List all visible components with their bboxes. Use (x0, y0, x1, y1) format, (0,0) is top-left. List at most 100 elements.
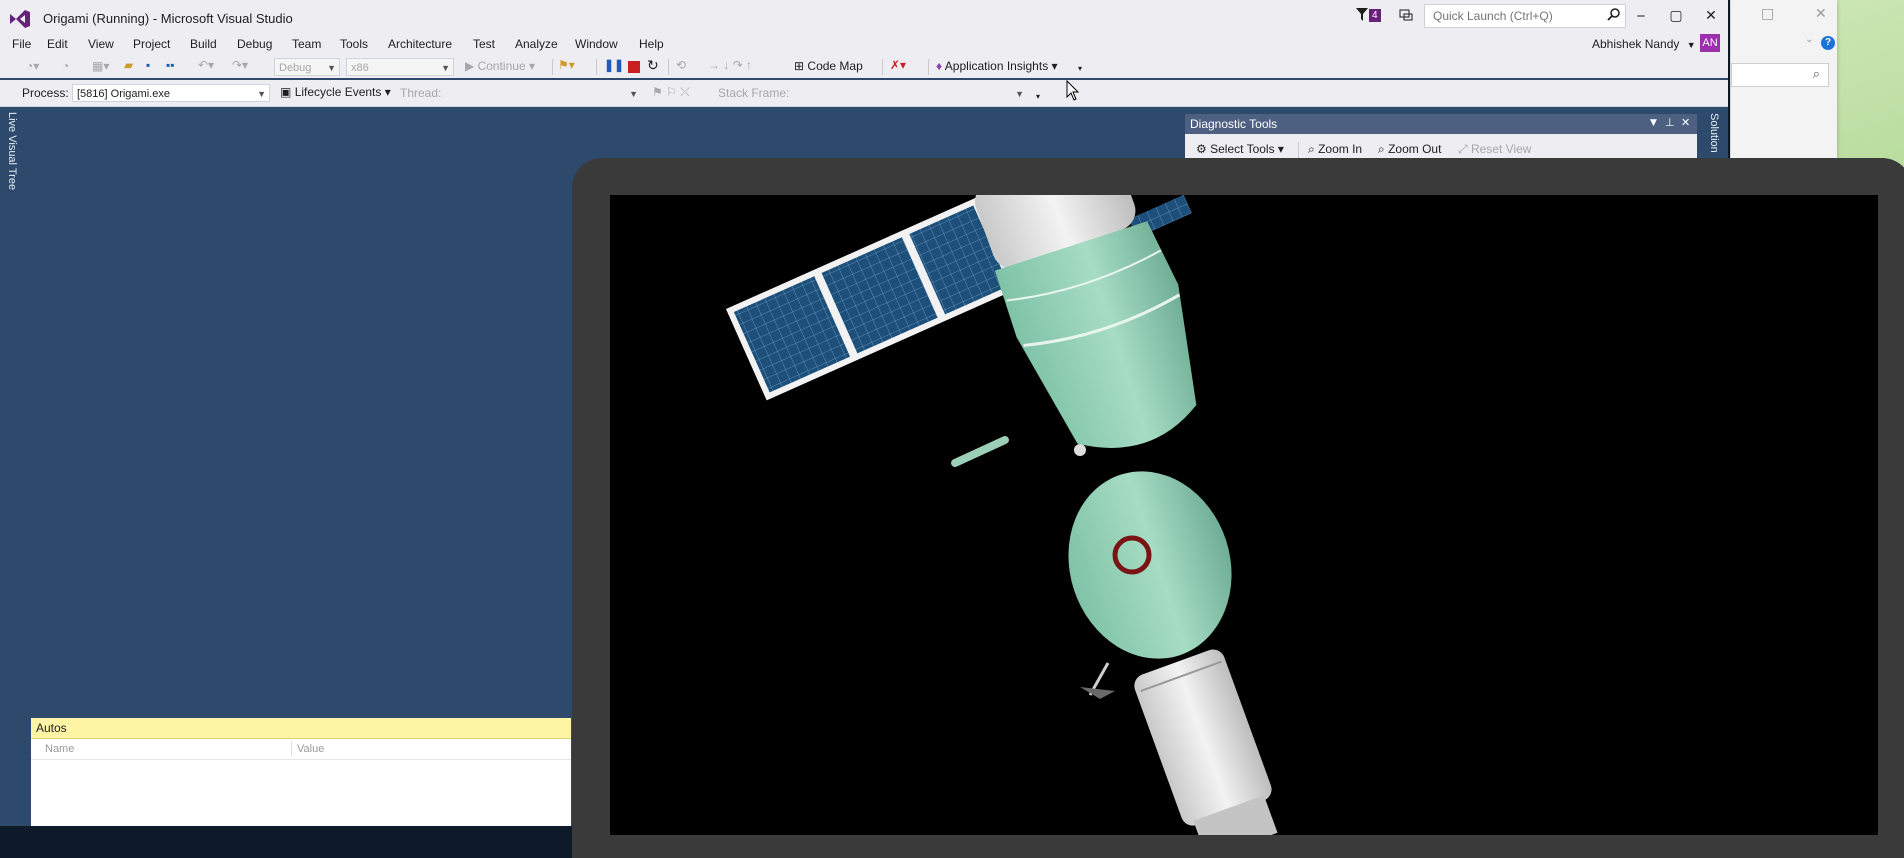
attach-icon[interactable]: ⚑▾ (558, 58, 575, 72)
zoom-out-label: Zoom Out (1388, 142, 1442, 156)
select-tools-button[interactable]: ⚙ Select Tools ▾ (1196, 142, 1284, 156)
play-icon: ▶ (465, 59, 475, 73)
lifecycle-icon: ▣ (280, 85, 292, 99)
search-icon[interactable] (1607, 7, 1621, 24)
undo-icon[interactable]: ↶▾ (198, 58, 214, 72)
save-icon[interactable]: ▪ (146, 58, 150, 72)
menu-help[interactable]: Help (639, 37, 664, 51)
menu-team[interactable]: Team (292, 37, 321, 51)
app-viewport[interactable] (610, 195, 1878, 835)
menu-tools[interactable]: Tools (340, 37, 368, 51)
toolbar-separator (596, 59, 597, 75)
continue-button[interactable]: ▶ Continue ▾ (465, 59, 535, 73)
account-name: Abhishek Nandy (1592, 37, 1680, 51)
autos-header: Autos (31, 718, 571, 739)
reset-view-icon: ⤢ (1458, 142, 1468, 156)
pause-icon[interactable]: ❚❚ (604, 58, 624, 72)
help-icon[interactable]: ? (1821, 36, 1835, 50)
standard-toolbar: ◔▾ ◔ ▦▾ ▰ ▪ ▪▪ ↶▾ ↷▾ Debug ▼ x86 ▼ ▶ Conti… (0, 56, 1728, 78)
new-project-icon[interactable]: ▦▾ (92, 59, 109, 73)
diagnostic-tools-titlebar: Diagnostic Tools ▼ ⊥ ✕ (1185, 114, 1697, 134)
application-insights-label: Application Insights (944, 59, 1049, 73)
lifecycle-label: Lifecycle Events (294, 85, 382, 99)
reset-view-button[interactable]: ⤢ Reset View (1458, 142, 1531, 157)
search-box[interactable]: ⌕ (1731, 63, 1829, 87)
back-icon[interactable]: ◔▾ (26, 59, 39, 73)
close-icon[interactable]: ✕ (1696, 4, 1726, 28)
dropdown-icon[interactable]: ▼ (1650, 118, 1657, 128)
quick-launch-box[interactable] (1424, 4, 1626, 28)
column-name[interactable]: Name (45, 743, 74, 755)
toolbar-separator (668, 59, 669, 75)
close-icon[interactable]: ✕ (1815, 6, 1827, 22)
code-map-label: Code Map (807, 59, 863, 73)
process-dropdown[interactable]: [5816] Origami.exe ▼ (72, 84, 270, 102)
menu-debug[interactable]: Debug (237, 37, 272, 51)
autos-title: Autos (36, 721, 67, 735)
maximize-icon[interactable]: □ (1761, 6, 1774, 22)
thread-label: Thread: (400, 86, 442, 100)
chevron-down-icon: ▼ (629, 89, 638, 99)
close-icon[interactable]: ✕ (1681, 116, 1690, 129)
menu-window[interactable]: Window (575, 37, 618, 51)
thread-dropdown[interactable]: ▼ (446, 84, 642, 102)
menu-file[interactable]: File (12, 37, 31, 51)
avatar[interactable]: AN (1700, 34, 1720, 52)
stop-icon[interactable] (628, 61, 640, 73)
toolbar-overflow-icon[interactable]: ▾ (1078, 64, 1082, 73)
window-title: Origami (Running) - Microsoft Visual Stu… (43, 11, 293, 26)
quick-launch-input[interactable] (1431, 8, 1605, 24)
platform-dropdown[interactable]: x86 ▼ (346, 58, 454, 76)
column-divider[interactable] (291, 741, 292, 757)
live-visual-tree-tab[interactable]: Live Visual Tree (6, 112, 18, 190)
select-tools-label: Select Tools (1210, 142, 1275, 156)
open-file-icon[interactable]: ▰ (124, 58, 133, 72)
feedback-icon[interactable] (1398, 7, 1414, 26)
menu-architecture[interactable]: Architecture (388, 37, 452, 51)
menu-build[interactable]: Build (190, 37, 217, 51)
vs-logo-icon (10, 10, 30, 28)
menu-bar: File Edit View Project Build Debug Team … (0, 34, 1728, 56)
stack-frame-dropdown[interactable]: ▼ (790, 84, 1028, 102)
chevron-down-icon: ▼ (1686, 40, 1696, 50)
menu-edit[interactable]: Edit (47, 37, 68, 51)
save-all-icon[interactable]: ▪▪ (166, 58, 175, 72)
zoom-in-icon: ⌕ (1308, 142, 1315, 156)
code-map-button[interactable]: ⊞ Code Map (794, 59, 863, 73)
debug-location-toolbar: Process: [5816] Origami.exe ▼ ▣ Lifecycle… (0, 80, 1728, 107)
column-value[interactable]: Value (297, 743, 324, 755)
configuration-dropdown[interactable]: Debug ▼ (274, 58, 340, 76)
menu-project[interactable]: Project (133, 37, 170, 51)
zoom-in-button[interactable]: ⌕ Zoom In (1308, 142, 1362, 157)
zoom-out-button[interactable]: ⌕ Zoom Out (1378, 142, 1441, 157)
menu-analyze[interactable]: Analyze (515, 37, 558, 51)
account-menu[interactable]: Abhishek Nandy ▼ (1592, 37, 1696, 51)
application-insights-icon: ♦ (936, 59, 943, 73)
chevron-down-icon[interactable]: ⌄ (1805, 34, 1813, 45)
process-value: [5816] Origami.exe (77, 88, 170, 100)
toolbar-separator (552, 59, 553, 75)
toolbar-overflow-icon[interactable]: ▾ (1036, 92, 1040, 101)
exception-settings-icon[interactable]: ✗▾ (890, 58, 906, 72)
maximize-icon[interactable]: ▢ (1661, 4, 1691, 28)
notification-flag-icon[interactable]: 4 (1355, 7, 1381, 26)
menu-view[interactable]: View (88, 37, 114, 51)
restart-icon[interactable]: ↻ (647, 57, 659, 74)
toolbar-separator (928, 59, 929, 75)
minimize-icon[interactable]: ‒ (1626, 4, 1656, 28)
step-into-icon[interactable]: → ↓ ↷ ↑ (708, 58, 752, 72)
menu-test[interactable]: Test (473, 37, 495, 51)
chevron-down-icon: ▼ (257, 89, 266, 99)
thread-filter-icon[interactable]: ⚑ ⚐ ⤬ (652, 85, 690, 100)
background-window[interactable]: □ ✕ ⌄ ? ⌕ (1730, 0, 1837, 158)
show-next-statement-icon[interactable]: ⟲ (676, 58, 686, 72)
continue-label: Continue (477, 59, 526, 73)
application-insights-button[interactable]: ♦ Application Insights ▾ (936, 59, 1058, 73)
pin-icon[interactable]: ⊥ (1665, 116, 1675, 129)
forward-icon[interactable]: ◔ (62, 59, 69, 73)
reset-view-label: Reset View (1470, 142, 1532, 156)
stack-frame-label: Stack Frame: (718, 86, 790, 100)
redo-icon[interactable]: ↷▾ (232, 58, 248, 72)
lifecycle-events-button[interactable]: ▣ Lifecycle Events ▾ (280, 85, 391, 99)
autos-column-headers: Name Value (31, 739, 571, 760)
